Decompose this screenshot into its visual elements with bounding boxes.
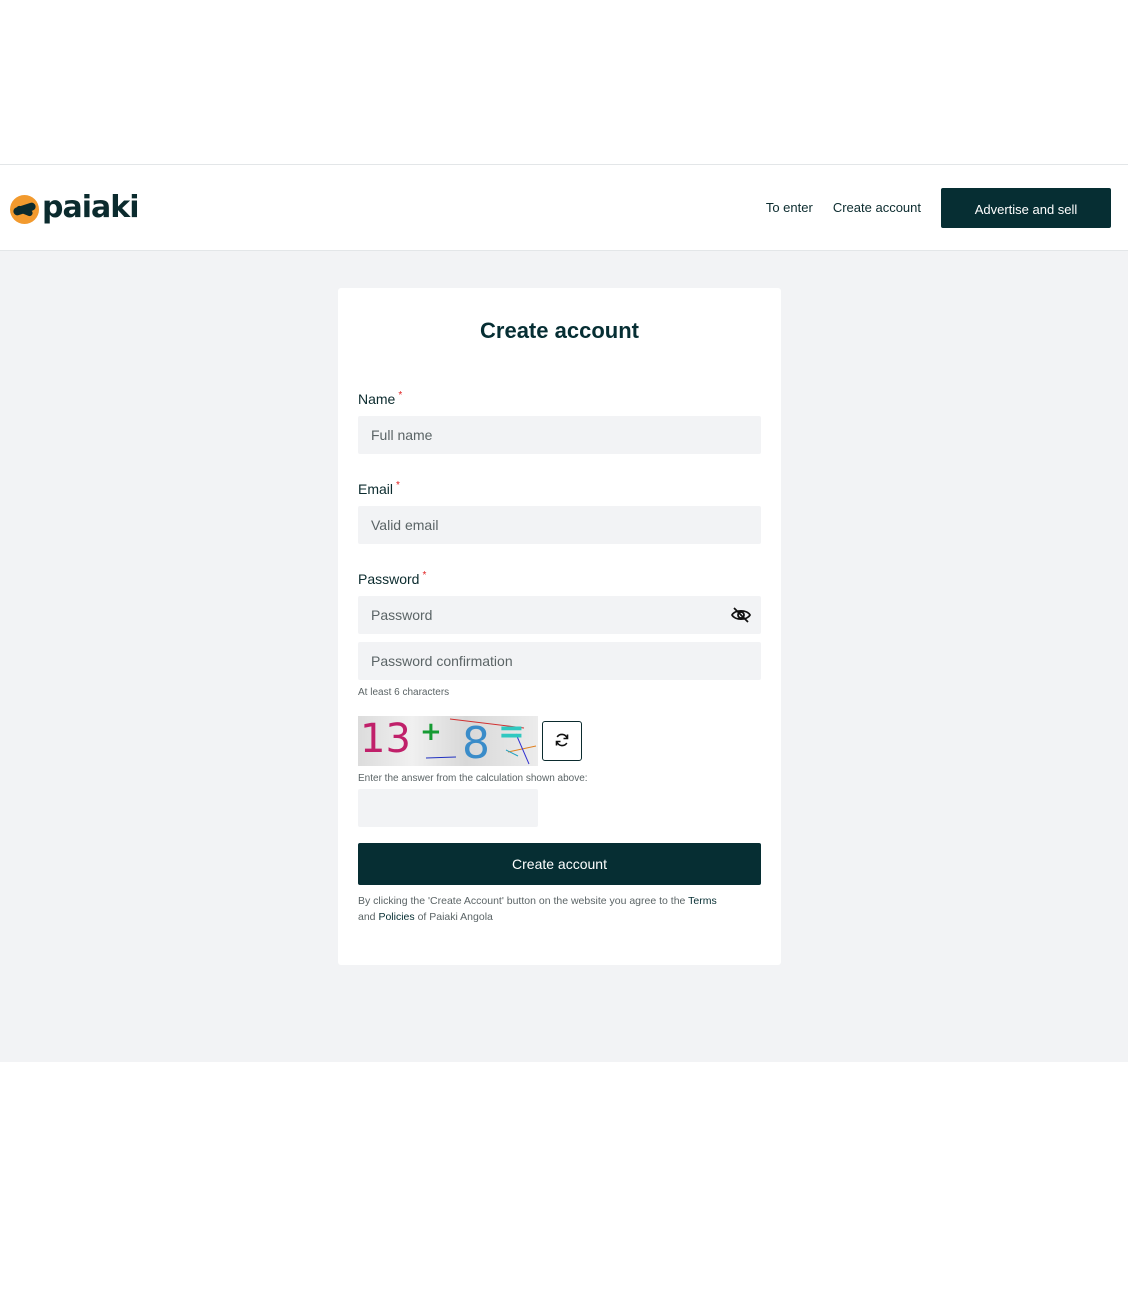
required-mark: * <box>422 570 427 581</box>
captcha-char: 8 <box>462 718 490 766</box>
terms-suffix: of Paiaki Angola <box>417 911 493 923</box>
handshake-logo-icon <box>10 195 39 224</box>
logo-text: paiaki <box>42 189 139 225</box>
email-label: Email * <box>358 480 761 497</box>
captcha-char: + <box>420 717 442 747</box>
captcha-answer-input[interactable] <box>358 789 538 827</box>
terms-notice: By clicking the 'Create Account' button … <box>358 893 761 925</box>
advertise-and-sell-button[interactable]: Advertise and sell <box>941 187 1111 228</box>
name-label: Name * <box>358 390 761 407</box>
captcha-char: = <box>498 716 525 750</box>
main-content: Create account Name* Email* Password* <box>0 251 1128 1062</box>
nav-login-link[interactable]: To enter <box>766 200 813 215</box>
eye-off-icon[interactable] <box>730 607 752 623</box>
password-input[interactable] <box>358 596 761 634</box>
email-field-group: Email * <box>358 480 761 544</box>
create-account-button[interactable]: Create account <box>358 843 761 885</box>
refresh-icon <box>554 732 570 751</box>
password-field-group: Password * At least 6 characters <box>358 570 761 698</box>
name-field-group: Name * <box>358 390 761 454</box>
nav-create-account-link[interactable]: Create account <box>833 200 921 215</box>
page-title: Create account <box>480 318 639 343</box>
terms-middle: and <box>358 911 376 923</box>
email-input[interactable] <box>358 506 761 544</box>
name-input[interactable] <box>358 416 761 454</box>
captcha-row: 13 + 8 = <box>358 716 761 766</box>
password-input-wrapper <box>358 596 761 634</box>
captcha-char: 13 <box>360 716 411 762</box>
required-mark: * <box>398 390 403 401</box>
password-label: Password * <box>358 570 761 587</box>
password-label-text: Password <box>358 571 420 587</box>
terms-link[interactable]: Terms <box>688 895 717 907</box>
email-label-text: Email <box>358 481 394 497</box>
captcha-refresh-button[interactable] <box>542 721 582 761</box>
create-account-card: Create account Name* Email* Password* <box>338 288 781 965</box>
name-label-text: Name <box>358 391 396 407</box>
policies-link[interactable]: Policies <box>378 911 414 923</box>
password-hint: At least 6 characters <box>358 687 450 698</box>
password-confirmation-input[interactable] <box>358 642 761 680</box>
header-nav: To enter Create account Advertise and se… <box>766 187 1111 228</box>
site-header: paiaki To enter Create account Advertise… <box>0 165 1128 251</box>
captcha-prompt: Enter the answer from the calculation sh… <box>358 773 588 784</box>
bottom-blank-area <box>0 1062 1128 1295</box>
required-mark: * <box>396 480 400 491</box>
captcha-image: 13 + 8 = <box>358 716 538 766</box>
terms-prefix: By clicking the 'Create Account' button … <box>358 895 686 907</box>
logo[interactable]: paiaki <box>10 189 139 225</box>
top-blank-area <box>0 0 1128 165</box>
